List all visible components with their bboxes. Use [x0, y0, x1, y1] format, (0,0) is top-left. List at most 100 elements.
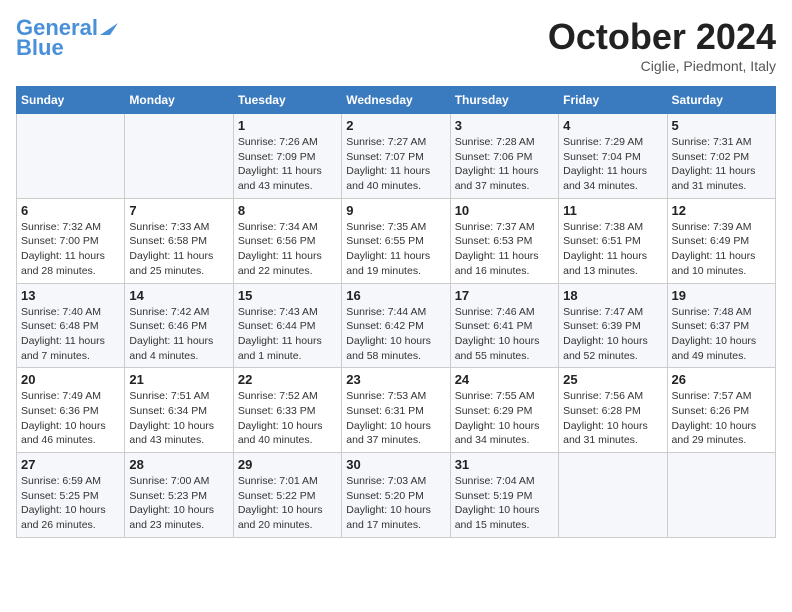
calendar-cell: 19 Sunrise: 7:48 AMSunset: 6:37 PMDayligh…	[667, 283, 775, 368]
day-number: 29	[238, 457, 337, 472]
cell-info: Sunrise: 7:38 AMSunset: 6:51 PMDaylight:…	[563, 220, 662, 279]
calendar-cell: 4 Sunrise: 7:29 AMSunset: 7:04 PMDaylight…	[559, 114, 667, 199]
calendar-cell: 9 Sunrise: 7:35 AMSunset: 6:55 PMDaylight…	[342, 198, 450, 283]
logo: General Blue	[16, 16, 118, 60]
day-number: 10	[455, 203, 554, 218]
day-number: 5	[672, 118, 771, 133]
cell-info: Sunrise: 7:47 AMSunset: 6:39 PMDaylight:…	[563, 305, 662, 364]
calendar-cell: 3Sunrise: 7:28 AMSunset: 7:06 PMDaylight…	[450, 114, 558, 199]
day-number: 18	[563, 288, 662, 303]
calendar-cell: 26 Sunrise: 7:57 AMSunset: 6:26 PMDayligh…	[667, 368, 775, 453]
cell-info: Sunrise: 7:57 AMSunset: 6:26 PMDaylight:…	[672, 389, 771, 448]
calendar-cell: 13 Sunrise: 7:40 AMSunset: 6:48 PMDayligh…	[17, 283, 125, 368]
day-number: 2	[346, 118, 445, 133]
calendar-cell: 1 Sunrise: 7:26 AMSunset: 7:09 PMDaylight…	[233, 114, 341, 199]
day-number: 28	[129, 457, 228, 472]
cell-info: Sunrise: 7:52 AMSunset: 6:33 PMDaylight:…	[238, 389, 337, 448]
day-number: 22	[238, 372, 337, 387]
cell-info: Sunrise: 7:49 AMSunset: 6:36 PMDaylight:…	[21, 389, 120, 448]
calendar-cell: 10 Sunrise: 7:37 AMSunset: 6:53 PMDayligh…	[450, 198, 558, 283]
cell-info: Sunrise: 7:44 AMSunset: 6:42 PMDaylight:…	[346, 305, 445, 364]
calendar-cell: 27 Sunrise: 6:59 AMSunset: 5:25 PMDayligh…	[17, 453, 125, 538]
calendar-cell	[17, 114, 125, 199]
day-number: 26	[672, 372, 771, 387]
day-number: 24	[455, 372, 554, 387]
title-area: October 2024 Ciglie, Piedmont, Italy	[548, 16, 776, 74]
day-number: 15	[238, 288, 337, 303]
page-header: General Blue October 2024 Ciglie, Piedmo…	[16, 16, 776, 74]
calendar-cell: 11Sunrise: 7:38 AMSunset: 6:51 PMDayligh…	[559, 198, 667, 283]
day-number: 30	[346, 457, 445, 472]
day-number: 7	[129, 203, 228, 218]
weekday-header-monday: Monday	[125, 87, 233, 114]
day-number: 9	[346, 203, 445, 218]
logo-bird-icon	[100, 15, 118, 35]
day-number: 12	[672, 203, 771, 218]
day-number: 14	[129, 288, 228, 303]
day-number: 25	[563, 372, 662, 387]
day-number: 16	[346, 288, 445, 303]
location: Ciglie, Piedmont, Italy	[548, 58, 776, 74]
weekday-header-wednesday: Wednesday	[342, 87, 450, 114]
day-number: 27	[21, 457, 120, 472]
day-number: 8	[238, 203, 337, 218]
day-number: 4	[563, 118, 662, 133]
day-number: 19	[672, 288, 771, 303]
cell-info: Sunrise: 7:46 AMSunset: 6:41 PMDaylight:…	[455, 305, 554, 364]
calendar-cell: 5 Sunrise: 7:31 AMSunset: 7:02 PMDaylight…	[667, 114, 775, 199]
calendar-cell: 31 Sunrise: 7:04 AMSunset: 5:19 PMDayligh…	[450, 453, 558, 538]
calendar-cell: 21 Sunrise: 7:51 AMSunset: 6:34 PMDayligh…	[125, 368, 233, 453]
calendar-cell: 20 Sunrise: 7:49 AMSunset: 6:36 PMDayligh…	[17, 368, 125, 453]
cell-info: Sunrise: 7:33 AMSunset: 6:58 PMDaylight:…	[129, 220, 228, 279]
day-number: 31	[455, 457, 554, 472]
cell-info: Sunrise: 7:29 AMSunset: 7:04 PMDaylight:…	[563, 135, 662, 194]
day-number: 20	[21, 372, 120, 387]
calendar-cell: 22 Sunrise: 7:52 AMSunset: 6:33 PMDayligh…	[233, 368, 341, 453]
cell-info: Sunrise: 7:26 AMSunset: 7:09 PMDaylight:…	[238, 135, 337, 194]
calendar-cell: 12 Sunrise: 7:39 AMSunset: 6:49 PMDayligh…	[667, 198, 775, 283]
cell-info: Sunrise: 7:43 AMSunset: 6:44 PMDaylight:…	[238, 305, 337, 364]
day-number: 13	[21, 288, 120, 303]
calendar-cell: 18 Sunrise: 7:47 AMSunset: 6:39 PMDayligh…	[559, 283, 667, 368]
cell-info: Sunrise: 6:59 AMSunset: 5:25 PMDaylight:…	[21, 474, 120, 533]
calendar-cell	[667, 453, 775, 538]
cell-info: Sunrise: 7:53 AMSunset: 6:31 PMDaylight:…	[346, 389, 445, 448]
cell-info: Sunrise: 7:39 AMSunset: 6:49 PMDaylight:…	[672, 220, 771, 279]
calendar-cell: 7 Sunrise: 7:33 AMSunset: 6:58 PMDaylight…	[125, 198, 233, 283]
calendar-cell: 2 Sunrise: 7:27 AMSunset: 7:07 PMDaylight…	[342, 114, 450, 199]
cell-info: Sunrise: 7:37 AMSunset: 6:53 PMDaylight:…	[455, 220, 554, 279]
day-number: 3	[455, 118, 554, 133]
calendar-cell: 14 Sunrise: 7:42 AMSunset: 6:46 PMDayligh…	[125, 283, 233, 368]
day-number: 21	[129, 372, 228, 387]
calendar-cell: 28Sunrise: 7:00 AMSunset: 5:23 PMDayligh…	[125, 453, 233, 538]
cell-info: Sunrise: 7:48 AMSunset: 6:37 PMDaylight:…	[672, 305, 771, 364]
calendar-cell: 6Sunrise: 7:32 AMSunset: 7:00 PMDaylight…	[17, 198, 125, 283]
cell-info: Sunrise: 7:40 AMSunset: 6:48 PMDaylight:…	[21, 305, 120, 364]
cell-info: Sunrise: 7:31 AMSunset: 7:02 PMDaylight:…	[672, 135, 771, 194]
day-number: 1	[238, 118, 337, 133]
day-number: 17	[455, 288, 554, 303]
weekday-header-tuesday: Tuesday	[233, 87, 341, 114]
cell-info: Sunrise: 7:03 AMSunset: 5:20 PMDaylight:…	[346, 474, 445, 533]
cell-info: Sunrise: 7:01 AMSunset: 5:22 PMDaylight:…	[238, 474, 337, 533]
cell-info: Sunrise: 7:27 AMSunset: 7:07 PMDaylight:…	[346, 135, 445, 194]
calendar-cell: 24 Sunrise: 7:55 AMSunset: 6:29 PMDayligh…	[450, 368, 558, 453]
logo-text-blue: Blue	[16, 36, 64, 60]
calendar-cell: 17 Sunrise: 7:46 AMSunset: 6:41 PMDayligh…	[450, 283, 558, 368]
month-title: October 2024	[548, 16, 776, 58]
cell-info: Sunrise: 7:04 AMSunset: 5:19 PMDaylight:…	[455, 474, 554, 533]
calendar-cell: 15 Sunrise: 7:43 AMSunset: 6:44 PMDayligh…	[233, 283, 341, 368]
cell-info: Sunrise: 7:32 AMSunset: 7:00 PMDaylight:…	[21, 220, 120, 279]
day-number: 23	[346, 372, 445, 387]
calendar-cell: 16 Sunrise: 7:44 AMSunset: 6:42 PMDayligh…	[342, 283, 450, 368]
calendar-cell: 23 Sunrise: 7:53 AMSunset: 6:31 PMDayligh…	[342, 368, 450, 453]
calendar-cell	[559, 453, 667, 538]
cell-info: Sunrise: 7:35 AMSunset: 6:55 PMDaylight:…	[346, 220, 445, 279]
cell-info: Sunrise: 7:42 AMSunset: 6:46 PMDaylight:…	[129, 305, 228, 364]
cell-info: Sunrise: 7:55 AMSunset: 6:29 PMDaylight:…	[455, 389, 554, 448]
calendar-cell: 29 Sunrise: 7:01 AMSunset: 5:22 PMDayligh…	[233, 453, 341, 538]
weekday-header-saturday: Saturday	[667, 87, 775, 114]
weekday-header-friday: Friday	[559, 87, 667, 114]
cell-info: Sunrise: 7:51 AMSunset: 6:34 PMDaylight:…	[129, 389, 228, 448]
calendar-cell: 25Sunrise: 7:56 AMSunset: 6:28 PMDayligh…	[559, 368, 667, 453]
